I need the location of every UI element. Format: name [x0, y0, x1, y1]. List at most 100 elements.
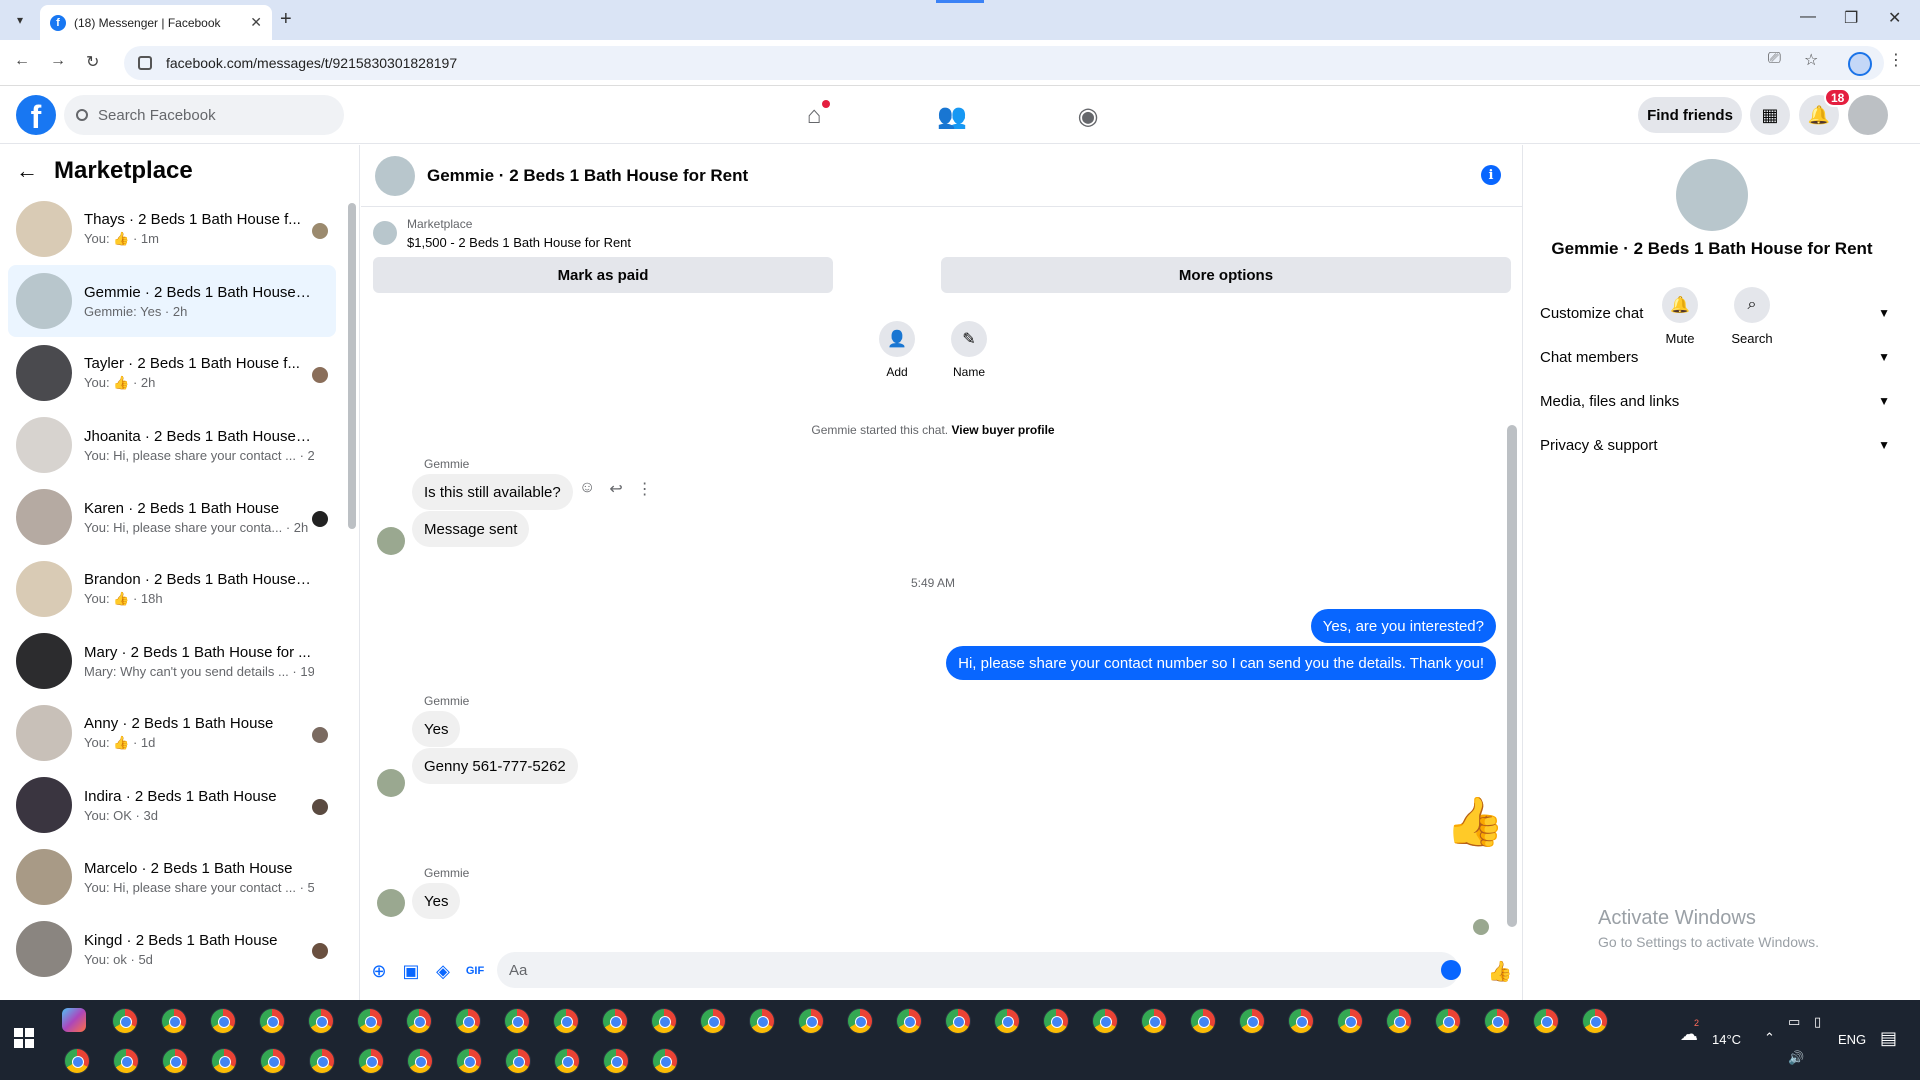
- back-arrow-icon[interactable]: ←: [16, 158, 38, 184]
- conversation-avatar[interactable]: [1676, 159, 1748, 231]
- conversation-item[interactable]: Mary · 2 Beds 1 Bath House for ... Mary: …: [8, 625, 336, 697]
- plus-circle-icon[interactable]: ⊕: [368, 960, 390, 982]
- chat-avatar[interactable]: [375, 155, 415, 196]
- conversation-item[interactable]: Brandon · 2 Beds 1 Bath House f... You: 👍…: [8, 553, 336, 625]
- tab-search-dropdown[interactable]: ▾: [6, 8, 34, 32]
- more-options-button[interactable]: More options: [941, 257, 1511, 293]
- chrome-taskbar-icon[interactable]: [1484, 1008, 1510, 1034]
- tab-close-icon[interactable]: ✕: [250, 14, 262, 31]
- message-input[interactable]: Aa: [497, 952, 1459, 988]
- browser-tab[interactable]: f (18) Messenger | Facebook ✕: [40, 5, 272, 40]
- tray-chevron-icon[interactable]: ⌃: [1764, 1030, 1775, 1046]
- display-icon[interactable]: ▯: [1814, 1014, 1821, 1030]
- message-bubble[interactable]: Is this still available?: [412, 474, 573, 510]
- sent-message-bubble[interactable]: Yes, are you interested?: [1310, 609, 1496, 643]
- account-avatar[interactable]: [1848, 95, 1888, 135]
- chrome-taskbar-icon[interactable]: [161, 1008, 187, 1034]
- home-icon[interactable]: ⌂: [798, 100, 830, 132]
- url-bar[interactable]: facebook.com/messages/t/9215830301828197: [124, 46, 1884, 80]
- copilot-icon[interactable]: [62, 1008, 86, 1032]
- language-indicator[interactable]: ENG: [1838, 1032, 1866, 1047]
- browser-profile-avatar[interactable]: [1848, 52, 1872, 76]
- chrome-taskbar-icon[interactable]: [945, 1008, 971, 1034]
- chrome-taskbar-icon[interactable]: [260, 1048, 286, 1074]
- sidebar-scrollbar-thumb[interactable]: [348, 203, 356, 529]
- chrome-taskbar-icon[interactable]: [652, 1048, 678, 1074]
- conversation-item[interactable]: Anny · 2 Beds 1 Bath House You: 👍 · 1d: [8, 697, 336, 769]
- chrome-taskbar-icon[interactable]: [259, 1008, 285, 1034]
- message-bubble[interactable]: Message sent: [412, 511, 530, 547]
- chrome-taskbar-icon[interactable]: [749, 1008, 775, 1034]
- chrome-taskbar-icon[interactable]: [1141, 1008, 1167, 1034]
- chrome-taskbar-icon[interactable]: [357, 1008, 383, 1034]
- sent-like-icon[interactable]: 👍: [1445, 793, 1505, 850]
- chrome-taskbar-icon[interactable]: [1386, 1008, 1412, 1034]
- message-bubble[interactable]: Yes: [412, 883, 461, 919]
- network-icon[interactable]: ▭: [1788, 1014, 1800, 1030]
- media-files-links-item[interactable]: Media, files and links ▼: [1540, 379, 1890, 423]
- chrome-taskbar-icon[interactable]: [1533, 1008, 1559, 1034]
- notification-center-icon[interactable]: ▤: [1880, 1028, 1897, 1049]
- chrome-taskbar-icon[interactable]: [1239, 1008, 1265, 1034]
- chrome-taskbar-icon[interactable]: [64, 1048, 90, 1074]
- sender-avatar[interactable]: [377, 527, 405, 555]
- emoji-icon[interactable]: [1441, 960, 1461, 980]
- chrome-taskbar-icon[interactable]: [162, 1048, 188, 1074]
- chrome-taskbar-icon[interactable]: [211, 1048, 237, 1074]
- conversation-item[interactable]: Gemmie · 2 Beds 1 Bath House f... Gemmie:…: [8, 265, 336, 337]
- site-info-icon[interactable]: [138, 56, 152, 70]
- chrome-taskbar-icon[interactable]: [309, 1048, 335, 1074]
- conversation-item[interactable]: Jhoanita · 2 Beds 1 Bath House f... You: …: [8, 409, 336, 481]
- conversation-item[interactable]: Tayler · 2 Beds 1 Bath House f... You: 👍 …: [8, 337, 336, 409]
- chrome-taskbar-icon[interactable]: [847, 1008, 873, 1034]
- message-bubble[interactable]: Genny 561-777-5262: [412, 748, 578, 784]
- chrome-taskbar-icon[interactable]: [210, 1008, 236, 1034]
- restore-icon[interactable]: ❐: [1844, 8, 1858, 28]
- chrome-taskbar-icon[interactable]: [1337, 1008, 1363, 1034]
- volume-icon[interactable]: 🔊: [1788, 1050, 1804, 1066]
- browser-menu-icon[interactable]: ⋮: [1888, 50, 1904, 70]
- message-bubble[interactable]: Yes: [412, 711, 461, 747]
- reply-icon[interactable]: ↩: [609, 479, 622, 499]
- chrome-taskbar-icon[interactable]: [602, 1008, 628, 1034]
- chrome-taskbar-icon[interactable]: [603, 1048, 629, 1074]
- more-icon[interactable]: ⋮: [637, 479, 653, 499]
- chrome-taskbar-icon[interactable]: [994, 1008, 1020, 1034]
- friends-icon[interactable]: 👥: [936, 100, 968, 132]
- chrome-taskbar-icon[interactable]: [407, 1048, 433, 1074]
- add-people-action[interactable]: 👤 Add: [867, 321, 927, 379]
- view-buyer-profile-link[interactable]: View buyer profile: [951, 423, 1054, 437]
- chrome-taskbar-icon[interactable]: [455, 1008, 481, 1034]
- chrome-taskbar-icon[interactable]: [308, 1008, 334, 1034]
- chrome-taskbar-icon[interactable]: [113, 1048, 139, 1074]
- chrome-taskbar-icon[interactable]: [505, 1048, 531, 1074]
- conversation-item[interactable]: Indira · 2 Beds 1 Bath House You: OK · 3d: [8, 769, 336, 841]
- temperature[interactable]: 14°C: [1712, 1032, 1741, 1047]
- sticker-icon[interactable]: ◈: [432, 960, 454, 982]
- chrome-taskbar-icon[interactable]: [1190, 1008, 1216, 1034]
- info-icon[interactable]: i: [1481, 165, 1501, 185]
- name-chat-action[interactable]: ✎ Name: [939, 321, 999, 379]
- chrome-taskbar-icon[interactable]: [1043, 1008, 1069, 1034]
- menu-grid-icon[interactable]: ▦: [1750, 95, 1790, 135]
- like-button-icon[interactable]: 👍: [1488, 960, 1513, 983]
- forward-icon[interactable]: →: [50, 52, 66, 70]
- close-window-icon[interactable]: ✕: [1888, 8, 1901, 28]
- chrome-taskbar-icon[interactable]: [358, 1048, 384, 1074]
- chrome-taskbar-icon[interactable]: [798, 1008, 824, 1034]
- windows-start-icon[interactable]: [14, 1028, 34, 1048]
- sender-avatar[interactable]: [377, 889, 405, 917]
- chat-members-item[interactable]: Chat members ▼: [1540, 335, 1890, 379]
- conversation-item[interactable]: Marcelo · 2 Beds 1 Bath House You: Hi, pl…: [8, 841, 336, 913]
- install-app-icon[interactable]: ⎚: [1768, 50, 1781, 68]
- marketplace-listing[interactable]: Marketplace $1,500 - 2 Beds 1 Bath House…: [373, 217, 631, 250]
- minimize-icon[interactable]: —: [1800, 8, 1816, 26]
- chat-scrollbar-thumb[interactable]: [1507, 425, 1517, 927]
- mark-as-paid-button[interactable]: Mark as paid: [373, 257, 833, 293]
- chrome-taskbar-icon[interactable]: [406, 1008, 432, 1034]
- customize-chat-item[interactable]: Customize chat ▼: [1540, 291, 1890, 335]
- facebook-search-input[interactable]: Search Facebook: [64, 95, 344, 135]
- chrome-taskbar-icon[interactable]: [896, 1008, 922, 1034]
- facebook-logo-icon[interactable]: f: [16, 95, 56, 135]
- photo-icon[interactable]: ▣: [400, 960, 422, 982]
